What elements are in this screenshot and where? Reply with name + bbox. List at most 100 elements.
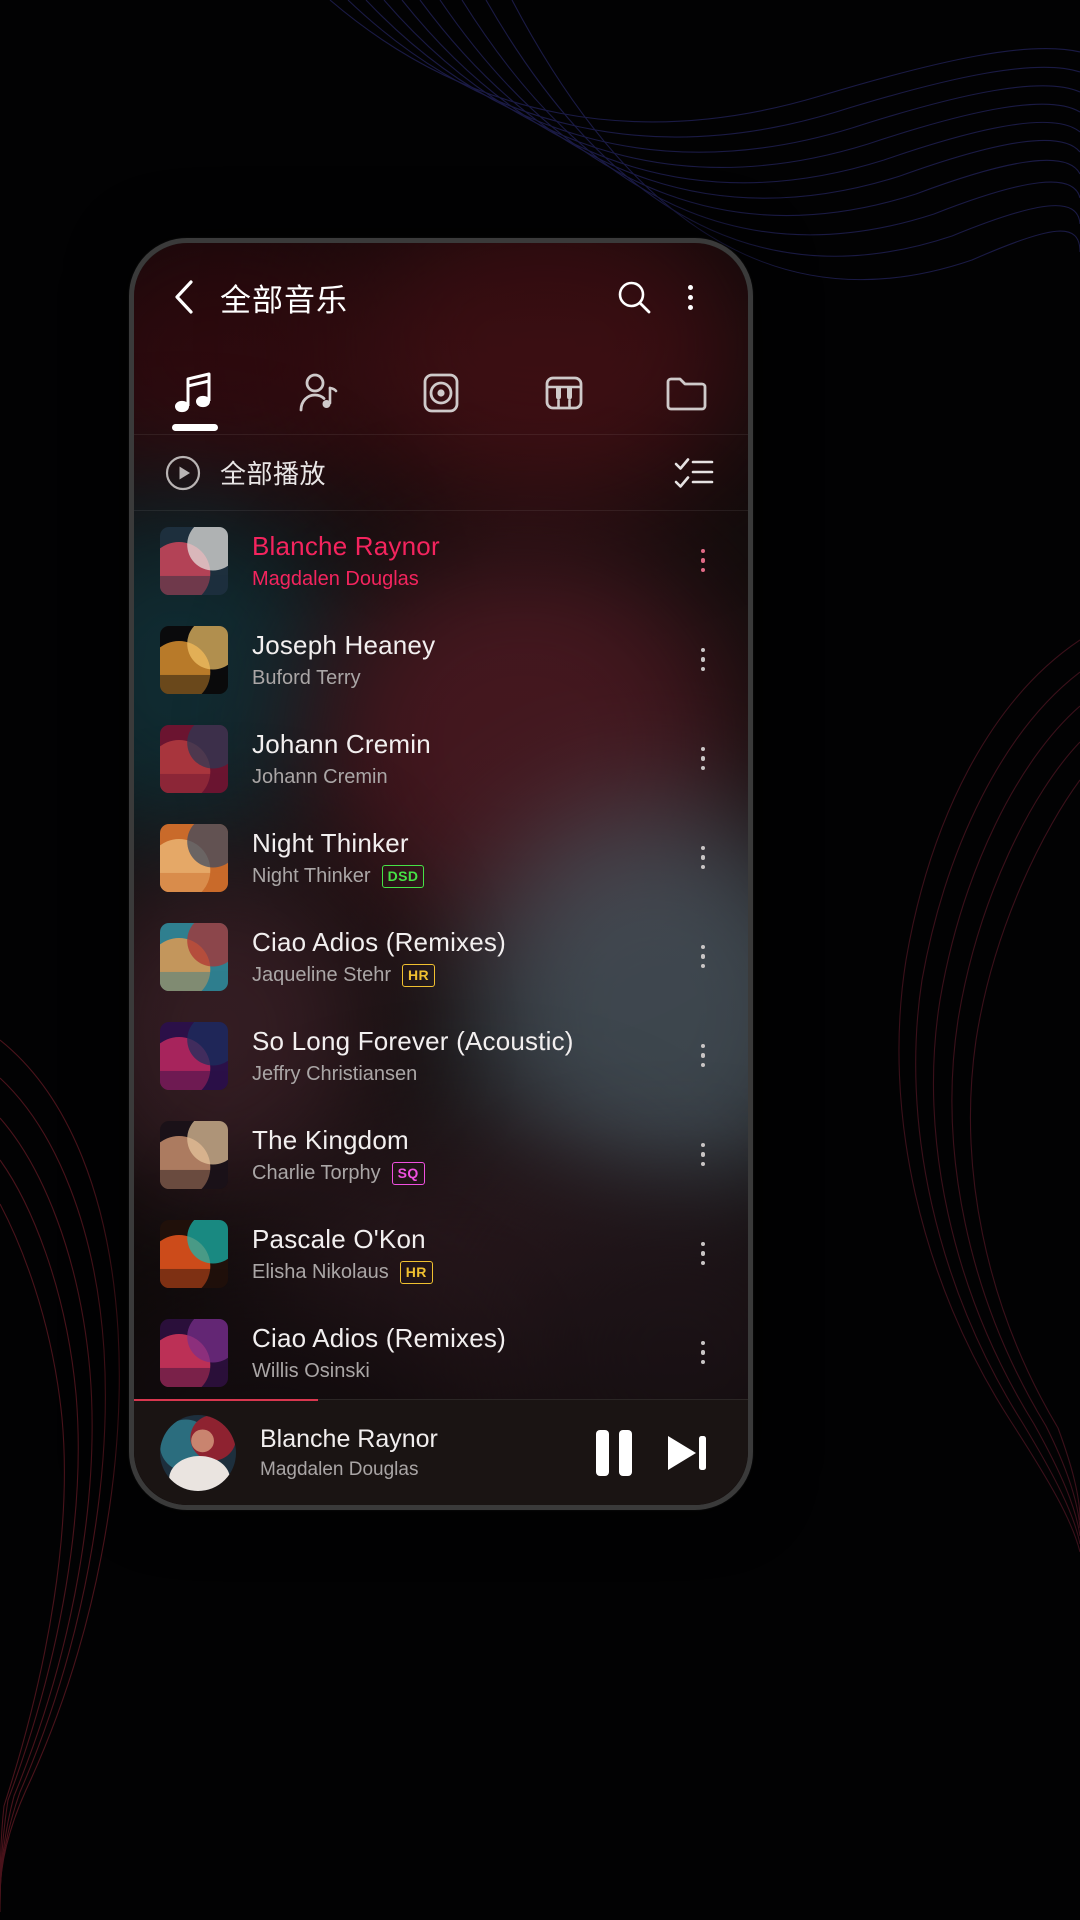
- quality-badge: SQ: [391, 1161, 425, 1185]
- mini-player-artist: Magdalen Douglas: [260, 1458, 419, 1480]
- song-text-block: So Long Forever (Acoustic) Jeffry Christi…: [252, 1025, 680, 1087]
- song-subtitle-row: Johann Cremin: [252, 765, 680, 790]
- song-title: Johann Cremin: [252, 728, 431, 759]
- folder-icon: [666, 377, 706, 410]
- playback-progress-bar: [134, 1399, 319, 1401]
- song-artist: Jaqueline Stehr: [252, 963, 391, 986]
- song-artist: Magdalen Douglas: [252, 567, 419, 590]
- play-all-label: 全部播放: [220, 459, 327, 489]
- piano-icon: [545, 376, 583, 409]
- multi-select-button[interactable]: [666, 445, 722, 501]
- song-title: Night Thinker: [252, 827, 409, 858]
- song-subtitle-row: Willis Osinski: [252, 1359, 680, 1384]
- quality-badge: DSD: [381, 864, 425, 888]
- overflow-menu-button[interactable]: [662, 269, 718, 325]
- song-subtitle-row: Buford Terry: [252, 666, 680, 691]
- song-artist: Johann Cremin: [252, 765, 388, 788]
- song-row[interactable]: Pascale O'Kon Elisha Nikolaus HR: [134, 1204, 748, 1303]
- play-all-row[interactable]: 全部播放: [134, 435, 748, 511]
- song-subtitle-row: Magdalen Douglas: [252, 567, 680, 592]
- album-art-thumbnail: [160, 1021, 228, 1090]
- chevron-left-icon: [175, 280, 193, 314]
- search-button[interactable]: [606, 269, 662, 325]
- song-title: So Long Forever (Acoustic): [252, 1025, 574, 1056]
- page-title: 全部音乐: [220, 282, 348, 318]
- song-artist: Elisha Nikolaus: [252, 1260, 389, 1283]
- search-icon: [618, 281, 651, 314]
- artist-icon: [299, 373, 338, 411]
- song-row[interactable]: Blanche Raynor Magdalen Douglas: [134, 511, 748, 610]
- song-title: The Kingdom: [252, 1124, 409, 1155]
- song-title: Joseph Heaney: [252, 629, 436, 660]
- mini-player-title: Blanche Raynor: [260, 1424, 438, 1453]
- checklist-icon: [674, 457, 714, 488]
- song-overflow-button[interactable]: [680, 723, 726, 795]
- song-text-block: Ciao Adios (Remixes) Willis Osinski: [252, 1322, 680, 1384]
- album-art-thumbnail: [160, 922, 228, 991]
- song-overflow-button[interactable]: [680, 822, 726, 894]
- mini-player-avatar: [160, 1414, 236, 1491]
- album-disc-icon: [423, 373, 459, 412]
- phone-screen: 全部音乐 全部播放 Blanche Raynor Magdalen Dougla…: [134, 243, 748, 1505]
- album-art-thumbnail: [160, 823, 228, 892]
- song-subtitle-row: Charlie Torphy SQ: [252, 1161, 680, 1186]
- app-bar: 全部音乐: [134, 243, 748, 351]
- pause-button[interactable]: [578, 1417, 650, 1489]
- song-title: Pascale O'Kon: [252, 1223, 426, 1254]
- play-circle-icon: [165, 455, 201, 490]
- song-row[interactable]: Joseph Heaney Buford Terry: [134, 610, 748, 709]
- song-overflow-button[interactable]: [680, 525, 726, 597]
- song-overflow-button[interactable]: [680, 624, 726, 696]
- tab-instruments[interactable]: [502, 351, 625, 435]
- song-row[interactable]: Johann Cremin Johann Cremin: [134, 709, 748, 808]
- phone-device-frame: 全部音乐 全部播放 Blanche Raynor Magdalen Dougla…: [129, 238, 753, 1510]
- more-vertical-icon: [687, 284, 693, 310]
- album-art-thumbnail: [160, 724, 228, 793]
- play-all-button[interactable]: 全部播放: [164, 454, 666, 492]
- song-artist: Buford Terry: [252, 666, 361, 689]
- song-title: Blanche Raynor: [252, 530, 440, 561]
- song-title: Ciao Adios (Remixes): [252, 926, 506, 957]
- song-text-block: Ciao Adios (Remixes) Jaqueline Stehr HR: [252, 926, 680, 988]
- song-artist: Charlie Torphy: [252, 1161, 381, 1184]
- album-art-thumbnail: [160, 526, 228, 595]
- song-row[interactable]: The Kingdom Charlie Torphy SQ: [134, 1105, 748, 1204]
- song-artist: Jeffry Christiansen: [252, 1062, 418, 1085]
- song-text-block: Pascale O'Kon Elisha Nikolaus HR: [252, 1223, 680, 1285]
- song-subtitle-row: Jeffry Christiansen: [252, 1062, 680, 1087]
- song-overflow-button[interactable]: [680, 1218, 726, 1290]
- active-tab-indicator: [172, 423, 219, 431]
- song-subtitle-row: Jaqueline Stehr HR: [252, 963, 680, 988]
- song-artist: Willis Osinski: [252, 1359, 370, 1382]
- song-overflow-button[interactable]: [680, 1317, 726, 1389]
- mini-player[interactable]: Blanche Raynor Magdalen Douglas: [134, 1399, 748, 1505]
- pause-icon: [596, 1429, 632, 1476]
- album-art-thumbnail: [160, 1318, 228, 1387]
- music-note-icon: [175, 372, 211, 412]
- song-list[interactable]: Blanche Raynor Magdalen Douglas Joseph Hea…: [134, 511, 748, 1399]
- song-text-block: Night Thinker Night Thinker DSD: [252, 827, 680, 889]
- back-button[interactable]: [162, 275, 206, 319]
- song-artist: Night Thinker: [252, 864, 371, 887]
- song-overflow-button[interactable]: [680, 1119, 726, 1191]
- tab-songs[interactable]: [134, 351, 257, 435]
- tab-folders[interactable]: [625, 351, 748, 435]
- song-overflow-button[interactable]: [680, 1020, 726, 1092]
- skip-next-icon: [668, 1435, 706, 1470]
- song-row[interactable]: Ciao Adios (Remixes) Jaqueline Stehr HR: [134, 907, 748, 1006]
- album-art-thumbnail: [160, 625, 228, 694]
- song-row[interactable]: Ciao Adios (Remixes) Willis Osinski: [134, 1303, 748, 1399]
- song-row[interactable]: So Long Forever (Acoustic) Jeffry Christi…: [134, 1006, 748, 1105]
- avatar: [160, 1414, 236, 1491]
- album-art-thumbnail: [160, 1120, 228, 1189]
- song-overflow-button[interactable]: [680, 921, 726, 993]
- next-track-button[interactable]: [650, 1417, 722, 1489]
- library-tab-bar: [134, 351, 748, 435]
- song-row[interactable]: Night Thinker Night Thinker DSD: [134, 808, 748, 907]
- song-text-block: Blanche Raynor Magdalen Douglas: [252, 530, 680, 592]
- tab-albums[interactable]: [380, 351, 503, 435]
- song-subtitle-row: Elisha Nikolaus HR: [252, 1260, 680, 1285]
- tab-artists[interactable]: [257, 351, 380, 435]
- quality-badge: HR: [399, 1260, 433, 1284]
- song-title: Ciao Adios (Remixes): [252, 1322, 506, 1353]
